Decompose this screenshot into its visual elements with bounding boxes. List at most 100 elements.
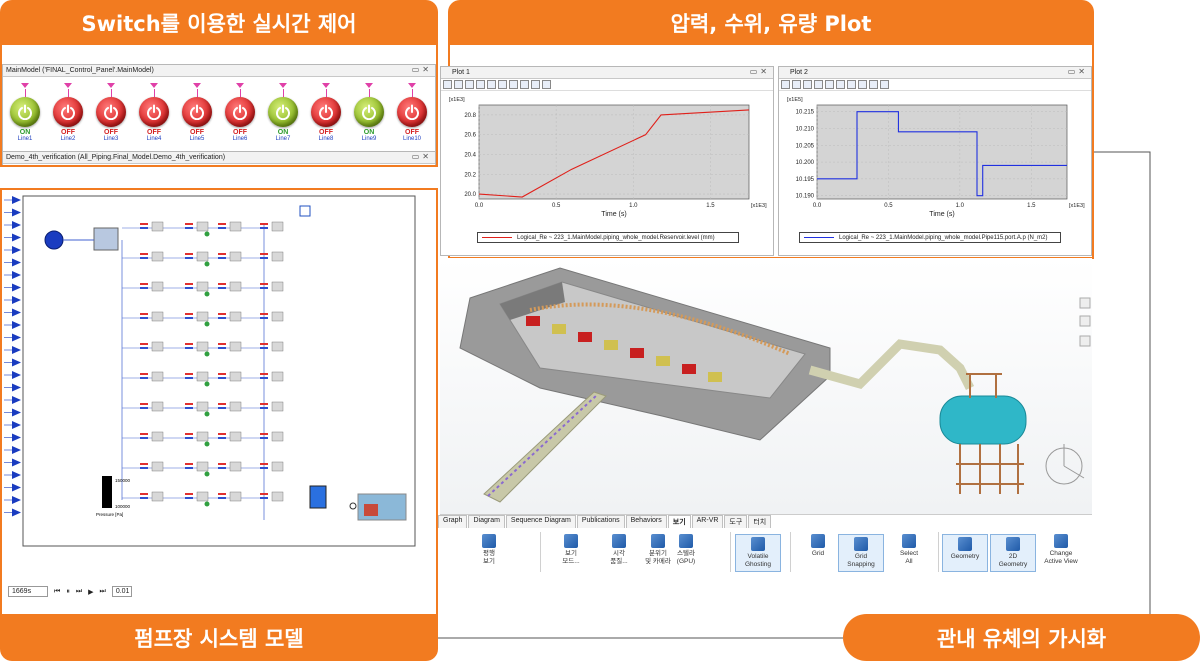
pump-block[interactable] <box>196 461 209 472</box>
pump-block[interactable] <box>271 371 284 382</box>
rewind-icon[interactable]: ⏮ <box>54 588 60 596</box>
geometry-icon <box>958 537 972 551</box>
demo-window-controls[interactable]: ▭✕ <box>412 152 432 161</box>
pump-block[interactable] <box>151 281 164 292</box>
pump-block[interactable] <box>196 371 209 382</box>
end-icon[interactable]: ⏭ <box>100 588 106 596</box>
pump-block[interactable] <box>229 251 242 262</box>
valve-icon[interactable] <box>204 231 210 237</box>
view-side-icons[interactable] <box>1079 297 1091 347</box>
step-size-input[interactable]: 0.01 <box>111 586 132 597</box>
ribbon-tab[interactable]: AR-VR <box>691 515 724 528</box>
pump-block[interactable] <box>196 221 209 232</box>
x-tick-label: 1.5 <box>706 203 715 209</box>
pump-block[interactable] <box>196 431 209 442</box>
pump-block[interactable] <box>151 311 164 322</box>
pump-block[interactable] <box>196 491 209 502</box>
pump-block[interactable] <box>271 221 284 232</box>
ribbon-button[interactable]: Geometry <box>942 534 988 572</box>
inlet-arrow-icon <box>12 508 21 517</box>
pump-block[interactable] <box>229 221 242 232</box>
plot2-window-controls[interactable]: ▭✕ <box>1068 67 1088 76</box>
pump-block[interactable] <box>151 221 164 232</box>
x-tick-label: 0.5 <box>884 203 893 209</box>
y-tick-label: 10.195 <box>796 177 815 183</box>
display-icon[interactable] <box>299 205 311 217</box>
valve-icon[interactable] <box>204 381 210 387</box>
valve-icon[interactable] <box>204 261 210 267</box>
pump-block[interactable] <box>229 401 242 412</box>
pump-block[interactable] <box>271 251 284 262</box>
pump-block[interactable] <box>151 251 164 262</box>
plot1-toolbar[interactable] <box>441 79 773 91</box>
ribbon-tab[interactable]: 터치 <box>748 515 772 528</box>
pump-block[interactable] <box>196 281 209 292</box>
demo-model-titlebar[interactable]: Demo_4th_verification (All_Piping.Final_… <box>3 152 435 164</box>
3d-viewport[interactable] <box>440 258 1092 514</box>
ribbon-tab[interactable]: Diagram <box>468 515 505 528</box>
ribbon-tab[interactable]: Sequence Diagram <box>505 515 576 528</box>
discharge-tank[interactable] <box>939 395 1027 445</box>
valve-icon[interactable] <box>204 411 210 417</box>
ribbon-tab[interactable]: Graph <box>438 515 468 528</box>
step-icon[interactable]: ⏭ <box>76 588 82 596</box>
play-icon[interactable]: ▶ <box>88 588 93 596</box>
valve-icon[interactable] <box>204 321 210 327</box>
pump-block[interactable] <box>271 341 284 352</box>
ribbon-button[interactable]: 2D Geometry <box>990 534 1036 572</box>
pump-block[interactable] <box>271 281 284 292</box>
pump-block[interactable] <box>151 341 164 352</box>
pump-block[interactable] <box>229 491 242 502</box>
ribbon-tab[interactable]: 도구 <box>724 515 748 528</box>
ribbon-button[interactable]: 평행 보기 <box>466 534 512 566</box>
valve-icon[interactable] <box>204 291 210 297</box>
pump-block[interactable] <box>196 401 209 412</box>
pump-block[interactable] <box>271 401 284 412</box>
pump-block[interactable] <box>151 491 164 502</box>
pump-block[interactable] <box>229 311 242 322</box>
ribbon-button-label: 보기 <box>483 558 495 565</box>
ribbon-button[interactable]: Change Active View <box>1038 534 1084 566</box>
pump-block[interactable] <box>151 431 164 442</box>
pump-block[interactable] <box>271 491 284 502</box>
pump-block[interactable] <box>271 431 284 442</box>
ribbon-button[interactable]: 스텔라 (GPU) <box>668 534 704 566</box>
ribbon-tab[interactable]: Behaviors <box>625 515 667 528</box>
pump-block[interactable] <box>271 311 284 322</box>
pump-block[interactable] <box>229 431 242 442</box>
pump-block[interactable] <box>229 281 242 292</box>
pump-block[interactable] <box>196 251 209 262</box>
pump-block[interactable] <box>196 341 209 352</box>
plot2-titlebar[interactable]: Plot 2 ▭✕ <box>779 67 1091 79</box>
ribbon-button[interactable]: Volatile Ghosting <box>735 534 781 572</box>
outlet-tank[interactable] <box>309 485 327 509</box>
tank-block[interactable] <box>93 227 119 251</box>
ribbon-button[interactable]: Grid <box>795 534 841 558</box>
pump-block[interactable] <box>151 401 164 412</box>
pump-block[interactable] <box>151 371 164 382</box>
valve-icon[interactable] <box>204 351 210 357</box>
valve-icon[interactable] <box>204 501 210 507</box>
ribbon-button[interactable]: 보기 모드... <box>548 534 594 566</box>
valve-icon[interactable] <box>204 441 210 447</box>
pump-block[interactable] <box>151 461 164 472</box>
inlet-arrow-icon <box>12 221 21 229</box>
plot1-window-controls[interactable]: ▭✕ <box>750 67 770 76</box>
pump-block[interactable] <box>196 311 209 322</box>
pump-block[interactable] <box>271 461 284 472</box>
ribbon-button[interactable]: 시각 품질... <box>596 534 642 566</box>
reservoir-node[interactable] <box>44 230 64 250</box>
pump-block[interactable] <box>229 371 242 382</box>
plot1-titlebar[interactable]: Plot 1 ▭✕ <box>441 67 773 79</box>
pump-block[interactable] <box>229 341 242 352</box>
ribbon-button[interactable]: Select All <box>886 534 932 566</box>
plot1-legend: Logical_Re ~ 223_1.MainModel.piping_whol… <box>477 232 739 243</box>
pause-icon[interactable]: ⏸ <box>66 588 70 596</box>
ribbon-tab[interactable]: 보기 <box>667 515 691 528</box>
plot2-toolbar[interactable] <box>779 79 1091 91</box>
pump-block[interactable] <box>229 461 242 472</box>
ribbon-button[interactable]: Grid Snapping <box>838 534 884 572</box>
valve-icon[interactable] <box>204 471 210 477</box>
x-tick-label: 1.5 <box>1027 203 1036 209</box>
ribbon-tab[interactable]: Publications <box>576 515 625 528</box>
